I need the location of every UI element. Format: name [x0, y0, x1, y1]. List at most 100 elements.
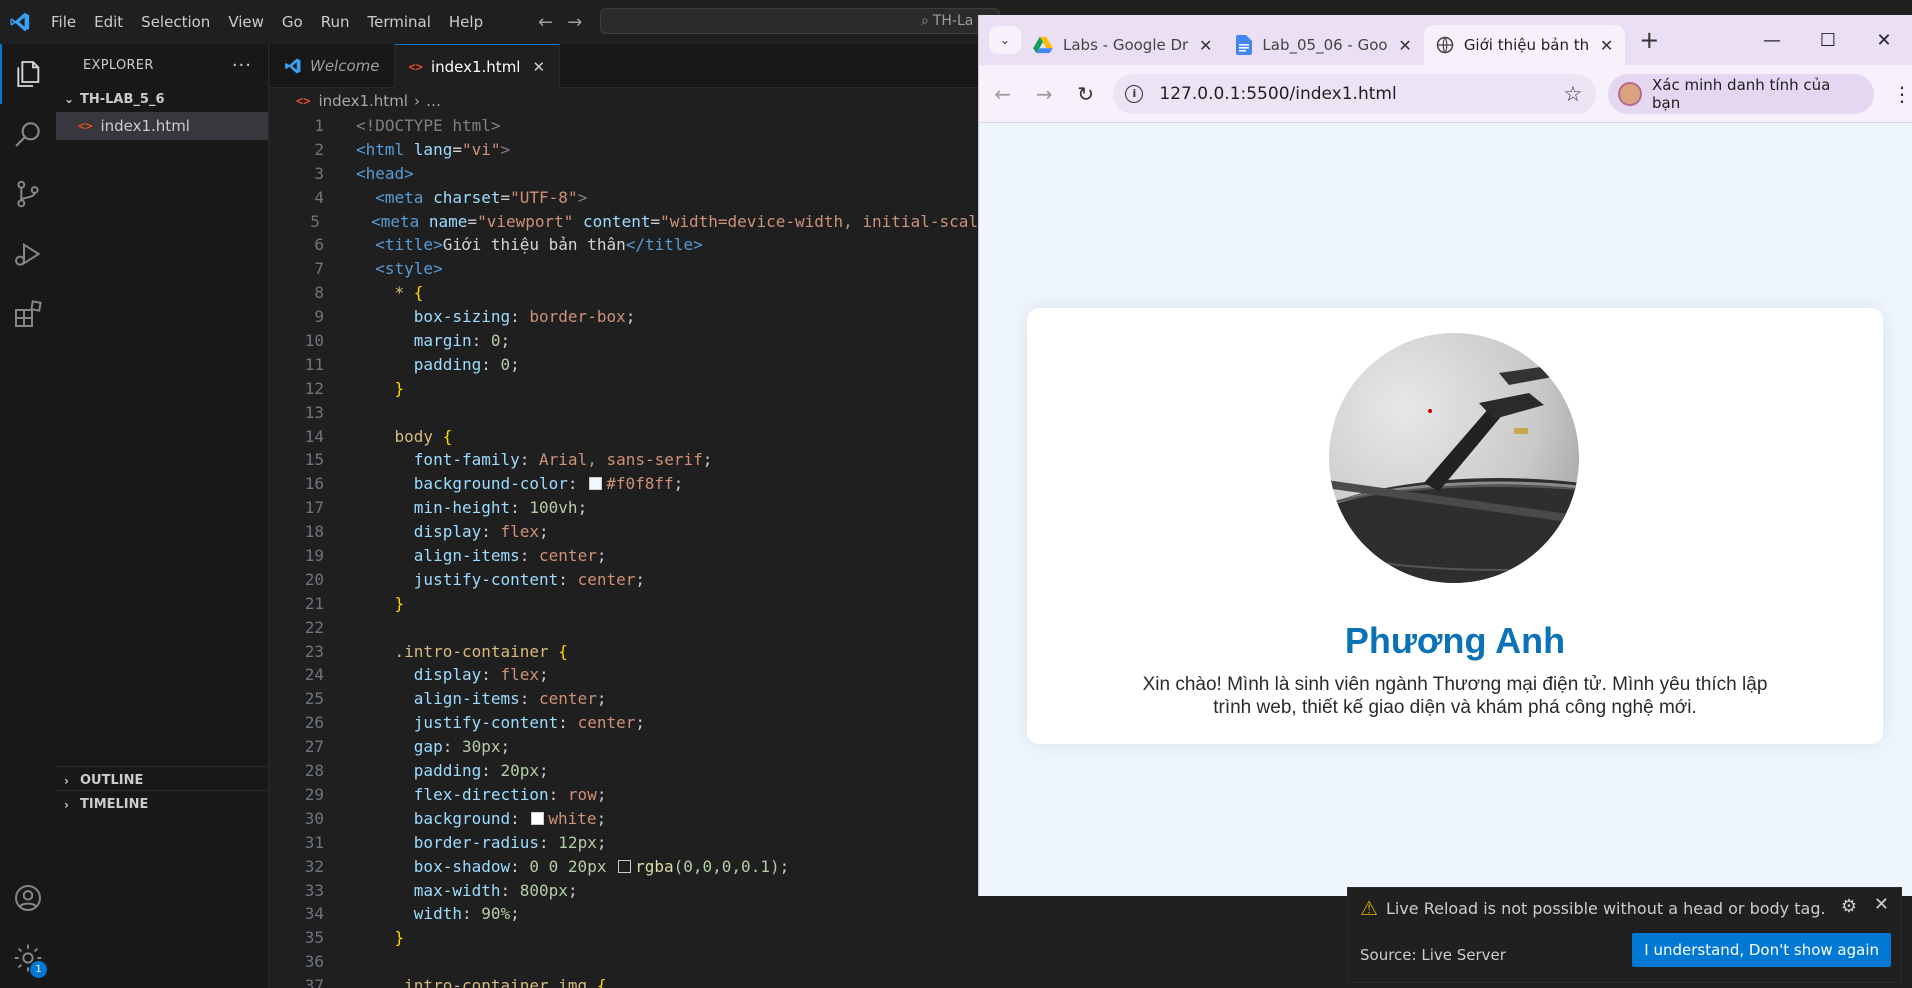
- vscode-icon: [285, 58, 301, 74]
- code-line: 18 display: flex;: [304, 522, 549, 542]
- intro-container: Phương Anh Xin chào! Mình là sinh viên n…: [1027, 308, 1883, 744]
- maximize-icon[interactable]: ☐: [1800, 30, 1856, 51]
- close-icon[interactable]: ✕: [1398, 36, 1411, 55]
- code-line: 8 * {: [314, 283, 424, 303]
- close-icon[interactable]: ✕: [1600, 36, 1613, 55]
- person-name: Phương Anh: [1344, 620, 1566, 661]
- code-line: 1 <!DOCTYPE html>: [314, 116, 501, 135]
- forward-arrow-icon[interactable]: →: [567, 12, 582, 33]
- code-line: 33 max-width: 800px;: [304, 880, 578, 900]
- gear-icon[interactable]: ⚙: [1841, 896, 1857, 917]
- command-center-label: TH-La: [932, 13, 974, 29]
- sidebar-title: EXPLORER: [83, 57, 154, 73]
- menu-terminal[interactable]: Terminal: [359, 0, 440, 44]
- window-controls: — ☐ ✕: [1744, 15, 1912, 65]
- search-icon: ⌕: [921, 13, 929, 29]
- code-line: 5 <meta name="viewport" content="width=d…: [310, 211, 978, 231]
- timeline-label: TIMELINE: [80, 797, 149, 812]
- menu-selection[interactable]: Selection: [132, 0, 219, 44]
- menu-run[interactable]: Run: [312, 0, 359, 44]
- tab-index1-html[interactable]: <> index1.html ✕: [394, 44, 561, 88]
- breadcrumb: <> index1.html › …: [270, 88, 978, 114]
- profile-chip[interactable]: Xác minh danh tính của bạn: [1608, 73, 1874, 114]
- folder-th-lab[interactable]: ⌄ TH-LAB_5_6: [56, 86, 268, 112]
- editor-nav: ← →: [538, 12, 582, 33]
- kebab-menu-icon[interactable]: ⋮: [1892, 82, 1912, 106]
- dont-show-again-button[interactable]: I understand, Don't show again: [1632, 933, 1891, 967]
- file-index1-html[interactable]: <> index1.html: [56, 112, 268, 140]
- back-icon[interactable]: ←: [985, 82, 1020, 106]
- code-line: 14 body {: [304, 426, 453, 446]
- breadcrumb-file[interactable]: index1.html: [318, 92, 408, 110]
- bookmark-star-icon[interactable]: ☆: [1564, 82, 1583, 106]
- menu-file[interactable]: File: [42, 0, 85, 44]
- code-line: 13: [304, 402, 324, 422]
- back-arrow-icon[interactable]: ←: [538, 12, 553, 33]
- browser-tab-docs[interactable]: Lab_05_06 - Google Docs ✕: [1224, 25, 1423, 65]
- address-bar[interactable]: i 127.0.0.1:5500/index1.html ☆: [1113, 73, 1597, 114]
- menu-edit[interactable]: Edit: [85, 0, 132, 44]
- menu-go[interactable]: Go: [273, 0, 312, 44]
- timeline-section[interactable]: › TIMELINE: [56, 790, 269, 818]
- html-file-icon: <>: [296, 94, 311, 108]
- menu-view[interactable]: View: [219, 0, 273, 44]
- notification-source: Source: Live Server: [1360, 946, 1506, 964]
- source-control-icon[interactable]: [0, 164, 56, 224]
- tab-welcome[interactable]: Welcome: [270, 44, 395, 88]
- site-info-icon[interactable]: i: [1125, 84, 1144, 103]
- new-tab-icon[interactable]: +: [1639, 26, 1659, 54]
- activity-bar: 1: [0, 44, 56, 988]
- breadcrumb-rest[interactable]: …: [426, 92, 441, 110]
- manage-gear-icon[interactable]: 1: [0, 928, 56, 988]
- accounts-icon[interactable]: [0, 868, 56, 928]
- command-center[interactable]: ⌕ TH-La: [600, 8, 1000, 34]
- notification-badge: 1: [30, 961, 47, 978]
- folder-label: TH-LAB_5_6: [80, 91, 165, 107]
- forward-icon[interactable]: →: [1026, 82, 1061, 106]
- code-line: 21 }: [304, 593, 405, 613]
- color-swatch[interactable]: [589, 477, 603, 491]
- tab-label: Labs - Google Drive: [1063, 36, 1189, 54]
- tab-label: Giới thiệu bản thân: [1463, 36, 1590, 54]
- browser-window: ⌄ Labs - Google Drive ✕ Lab_05_06 - Goog…: [978, 15, 1912, 896]
- code-line: 24 display: flex;: [304, 665, 549, 685]
- warning-icon: ⚠: [1360, 896, 1378, 920]
- close-icon[interactable]: ✕: [1199, 36, 1212, 55]
- tab-label: Lab_05_06 - Google Docs: [1262, 36, 1388, 54]
- search-icon[interactable]: [0, 104, 56, 164]
- reload-icon[interactable]: ↻: [1068, 82, 1103, 106]
- html-file-icon: <>: [408, 59, 423, 74]
- close-icon[interactable]: ✕: [532, 58, 545, 76]
- browser-tab-intro[interactable]: Giới thiệu bản thân ✕: [1423, 25, 1626, 65]
- code-view[interactable]: 1 <!DOCTYPE html> 2 <html lang="vi"> 3 <hea…: [270, 114, 978, 988]
- html-file-icon: <>: [78, 119, 93, 133]
- more-actions-icon[interactable]: ···: [232, 55, 252, 76]
- run-debug-icon[interactable]: [0, 224, 56, 284]
- editor-area: Welcome <> index1.html ✕ <> index1.html …: [270, 44, 978, 988]
- code-line: 37 .intro-container img {: [304, 976, 607, 988]
- outline-label: OUTLINE: [80, 773, 144, 788]
- code-line: 25 align-items: center;: [304, 689, 607, 709]
- close-window-icon[interactable]: ✕: [1856, 30, 1912, 51]
- tab-search-icon[interactable]: ⌄: [989, 26, 1021, 54]
- code-line: 35 }: [304, 928, 405, 948]
- code-line: 2 <html lang="vi">: [314, 139, 511, 159]
- minimize-icon[interactable]: —: [1744, 30, 1800, 51]
- color-swatch[interactable]: [618, 859, 632, 873]
- code-line: 12 }: [304, 378, 405, 398]
- code-line: 27 gap: 30px;: [304, 737, 511, 757]
- code-line: 30 background: white;: [304, 808, 607, 828]
- close-icon[interactable]: ✕: [1874, 894, 1889, 915]
- explorer-icon[interactable]: [0, 44, 56, 104]
- extensions-icon[interactable]: [0, 284, 56, 344]
- color-swatch[interactable]: [531, 811, 545, 825]
- breadcrumb-separator: ›: [413, 92, 420, 110]
- code-line: 32 box-shadow: 0 0 20px rgba(0,0,0,0.1);: [304, 856, 790, 876]
- code-line: 20 justify-content: center;: [304, 569, 645, 589]
- person-bio: Xin chào! Mình là sinh viên ngành Thương…: [1142, 674, 1768, 718]
- code-line: 3 <head>: [314, 163, 414, 183]
- profile-label: Xác minh danh tính của bạn: [1652, 75, 1831, 112]
- menu-help[interactable]: Help: [440, 0, 492, 44]
- explorer-sidebar: EXPLORER ··· ⌄ TH-LAB_5_6 <> index1.html…: [56, 44, 269, 988]
- browser-tab-drive[interactable]: Labs - Google Drive ✕: [1021, 25, 1224, 65]
